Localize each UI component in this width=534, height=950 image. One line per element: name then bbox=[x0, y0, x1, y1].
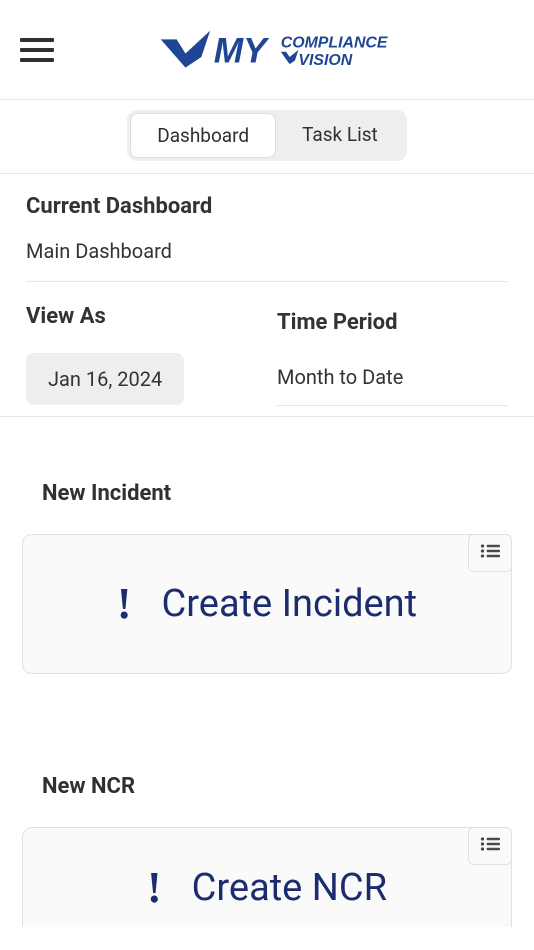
viewas-label: View As bbox=[26, 304, 257, 329]
tab-dashboard[interactable]: Dashboard bbox=[130, 113, 276, 158]
viewas-column: View As Jan 16, 2024 bbox=[26, 304, 257, 406]
app-header: MY COMPLIANCE VISION bbox=[0, 0, 534, 100]
card-list-icon[interactable] bbox=[468, 827, 512, 865]
timeperiod-label: Time Period bbox=[277, 310, 508, 335]
current-dashboard-label: Current Dashboard bbox=[26, 194, 508, 219]
divider bbox=[0, 416, 534, 417]
logo-my: MY bbox=[214, 31, 270, 70]
current-dashboard-value[interactable]: Main Dashboard bbox=[26, 239, 508, 282]
new-ncr-section: New NCR ! Create NCR bbox=[22, 774, 512, 927]
new-ncr-title: New NCR bbox=[42, 774, 512, 799]
logo-vision: VISION bbox=[298, 52, 352, 69]
exclamation-icon: ! bbox=[147, 866, 162, 910]
tab-bar: Dashboard Task List bbox=[0, 100, 534, 174]
card-list-icon[interactable] bbox=[468, 534, 512, 572]
timeperiod-value[interactable]: Month to Date bbox=[277, 365, 508, 389]
menu-icon[interactable] bbox=[20, 38, 54, 62]
timeperiod-column: Time Period Month to Date bbox=[277, 304, 508, 406]
new-incident-section: New Incident ! Create Incident bbox=[22, 481, 512, 674]
new-incident-title: New Incident bbox=[42, 481, 512, 506]
dashboard-controls: Current Dashboard Main Dashboard View As… bbox=[0, 174, 534, 406]
app-logo: MY COMPLIANCE VISION bbox=[104, 30, 514, 70]
logo-compliance: COMPLIANCE bbox=[281, 34, 388, 51]
exclamation-icon: ! bbox=[117, 582, 132, 626]
tab-tasklist[interactable]: Task List bbox=[276, 113, 404, 158]
create-incident-card[interactable]: ! Create Incident bbox=[22, 534, 512, 674]
create-ncr-card[interactable]: ! Create NCR bbox=[22, 827, 512, 927]
create-ncr-label: Create NCR bbox=[192, 866, 387, 910]
create-incident-label: Create Incident bbox=[162, 582, 418, 626]
viewas-date-picker[interactable]: Jan 16, 2024 bbox=[26, 353, 184, 405]
